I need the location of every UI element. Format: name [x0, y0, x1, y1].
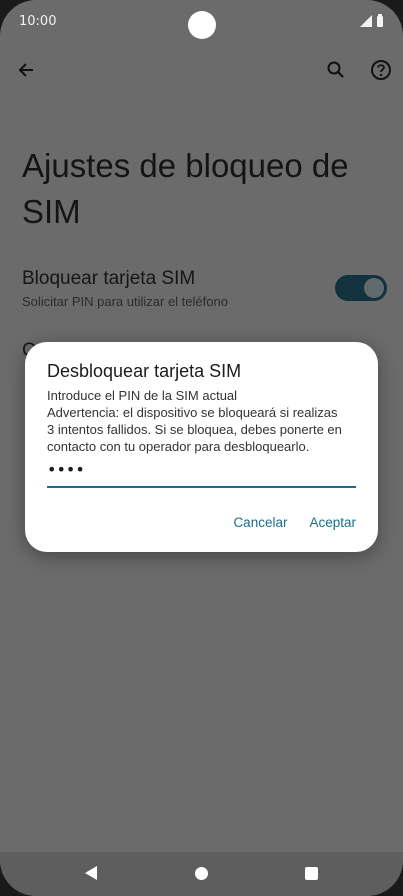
back-icon[interactable]: [85, 866, 97, 880]
front-camera: [188, 11, 216, 39]
back-button[interactable]: [12, 56, 40, 84]
phone-screen: 10:00 Ajustes de bloqueo de SIM Bloquear…: [0, 0, 403, 896]
dialog-line: Introduce el PIN de la SIM actual: [47, 388, 238, 403]
arrow-back-icon: [18, 63, 33, 77]
help-button[interactable]: [367, 56, 395, 84]
setting-title: Bloquear tarjeta SIM: [22, 268, 196, 289]
search-button[interactable]: [322, 56, 350, 84]
dialog-line: contacto con tu operador para desbloquea…: [47, 439, 310, 454]
dialog-actions: Cancelar Aceptar: [233, 515, 356, 530]
cancel-button[interactable]: Cancelar: [233, 515, 287, 530]
status-icons: [360, 13, 383, 27]
page-title: Ajustes de bloqueo de SIM: [22, 147, 349, 230]
setting-subtitle: Solicitar PIN para utilizar el teléfono: [22, 294, 228, 309]
accept-button[interactable]: Aceptar: [309, 515, 356, 530]
dialog-title: Desbloquear tarjeta SIM: [47, 361, 242, 381]
help-icon: [371, 60, 391, 80]
sim-lock-setting[interactable]: Bloquear tarjeta SIM Solicitar PIN para …: [22, 266, 388, 316]
dialog-message: Introduce el PIN de la SIM actual Advert…: [47, 387, 359, 455]
status-bar: 10:00: [0, 0, 403, 46]
dialog-line: Advertencia: el dispositivo se bloqueará…: [47, 405, 338, 420]
unlock-sim-dialog: Desbloquear tarjeta SIM Introduce el PIN…: [25, 342, 378, 552]
sim-lock-toggle[interactable]: [335, 275, 387, 301]
recents-icon[interactable]: [305, 867, 318, 880]
pin-masked-value: ••••: [47, 460, 85, 479]
dialog-line: 3 intentos fallidos. Si se bloquea, debe…: [47, 422, 342, 437]
status-time: 10:00: [19, 14, 57, 29]
battery-icon: [377, 13, 383, 27]
navigation-bar: [0, 852, 403, 896]
home-icon[interactable]: [195, 867, 208, 880]
search-icon: [327, 61, 344, 78]
pin-input[interactable]: ••••: [47, 460, 356, 488]
toggle-knob: [364, 278, 384, 298]
signal-icon: [360, 15, 372, 27]
app-bar: [0, 50, 403, 90]
